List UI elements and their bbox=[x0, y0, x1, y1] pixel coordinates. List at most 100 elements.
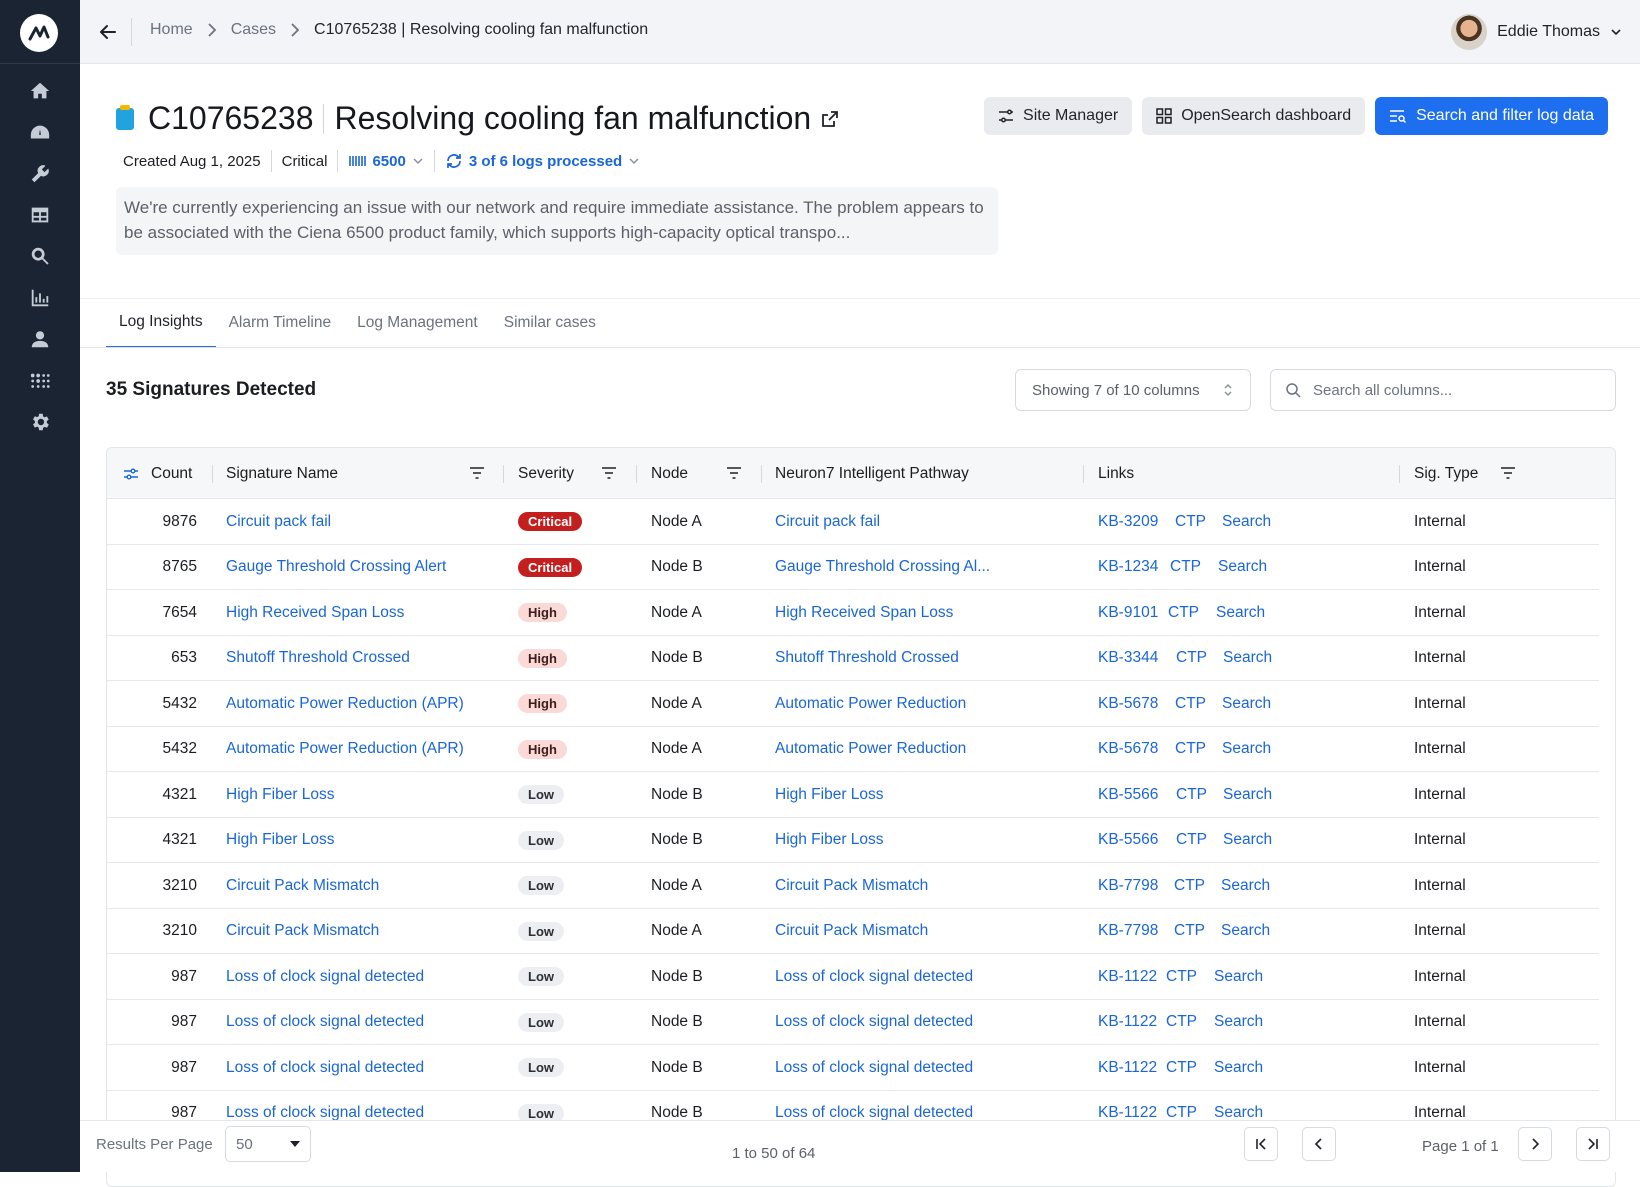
pathway-link[interactable]: Shutoff Threshold Crossed bbox=[775, 636, 959, 681]
search-link[interactable]: Search bbox=[1223, 636, 1272, 681]
ctp-link[interactable]: CTP bbox=[1176, 636, 1207, 681]
tab-similar-cases[interactable]: Similar cases bbox=[491, 298, 609, 348]
ctp-link[interactable]: CTP bbox=[1170, 545, 1201, 590]
header-count[interactable]: Count bbox=[151, 448, 192, 499]
logs-dropdown[interactable]: 3 of 6 logs processed bbox=[445, 152, 640, 170]
ctp-link[interactable]: CTP bbox=[1175, 727, 1206, 772]
header-links[interactable]: Links bbox=[1098, 448, 1134, 499]
pathway-link[interactable]: Loss of clock signal detected bbox=[775, 1045, 973, 1090]
site-manager-button[interactable]: Site Manager bbox=[984, 97, 1133, 135]
kb-link[interactable]: KB-5566 bbox=[1098, 772, 1158, 817]
pathway-link[interactable]: Automatic Power Reduction bbox=[775, 681, 966, 726]
pathway-link[interactable]: Gauge Threshold Crossing Al... bbox=[775, 545, 990, 590]
ctp-link[interactable]: CTP bbox=[1174, 863, 1205, 908]
pathway-link[interactable]: Loss of clock signal detected bbox=[775, 1000, 973, 1045]
tab-log-management[interactable]: Log Management bbox=[344, 298, 491, 348]
signature-link[interactable]: Shutoff Threshold Crossed bbox=[226, 636, 410, 681]
dashboard-icon[interactable] bbox=[27, 120, 53, 146]
pathway-link[interactable]: Circuit Pack Mismatch bbox=[775, 909, 928, 954]
next-page-button[interactable] bbox=[1518, 1127, 1552, 1161]
kb-link[interactable]: KB-9101 bbox=[1098, 590, 1158, 635]
search-link[interactable]: Search bbox=[1214, 954, 1263, 999]
pathway-link[interactable]: Circuit Pack Mismatch bbox=[775, 863, 928, 908]
header-severity[interactable]: Severity bbox=[518, 448, 574, 499]
signature-link[interactable]: High Fiber Loss bbox=[226, 772, 335, 817]
ctp-link[interactable]: CTP bbox=[1175, 499, 1206, 544]
ctp-link[interactable]: CTP bbox=[1168, 590, 1199, 635]
pathway-link[interactable]: Automatic Power Reduction bbox=[775, 727, 966, 772]
header-pathway[interactable]: Neuron7 Intelligent Pathway bbox=[775, 448, 969, 499]
search-link[interactable]: Search bbox=[1223, 818, 1272, 863]
header-node[interactable]: Node bbox=[651, 448, 688, 499]
kb-link[interactable]: KB-1234 bbox=[1098, 545, 1158, 590]
signature-link[interactable]: High Fiber Loss bbox=[226, 818, 335, 863]
search-filter-log-button[interactable]: Search and filter log data bbox=[1375, 97, 1608, 135]
ctp-link[interactable]: CTP bbox=[1166, 1045, 1197, 1090]
search-link[interactable]: Search bbox=[1222, 727, 1271, 772]
kb-link[interactable]: KB-3344 bbox=[1098, 636, 1158, 681]
search-link[interactable]: Search bbox=[1214, 1045, 1263, 1090]
filter-icon[interactable] bbox=[601, 466, 617, 480]
apps-icon[interactable] bbox=[27, 368, 53, 394]
signature-link[interactable]: Loss of clock signal detected bbox=[226, 1000, 424, 1045]
gear-icon[interactable] bbox=[27, 409, 53, 435]
ctp-link[interactable]: CTP bbox=[1175, 681, 1206, 726]
kb-link[interactable]: KB-1122 bbox=[1098, 1000, 1157, 1045]
search-link[interactable]: Search bbox=[1216, 590, 1265, 635]
signature-link[interactable]: Loss of clock signal detected bbox=[226, 954, 424, 999]
chart-icon[interactable] bbox=[27, 285, 53, 311]
search-link[interactable]: Search bbox=[1222, 499, 1271, 544]
ctp-link[interactable]: CTP bbox=[1166, 1000, 1197, 1045]
first-page-button[interactable] bbox=[1244, 1127, 1278, 1161]
signature-link[interactable]: Circuit Pack Mismatch bbox=[226, 863, 379, 908]
search-link[interactable]: Search bbox=[1223, 772, 1272, 817]
header-sig-type[interactable]: Sig. Type bbox=[1414, 448, 1478, 499]
opensearch-dashboard-button[interactable]: OpenSearch dashboard bbox=[1142, 97, 1366, 135]
kb-link[interactable]: KB-1122 bbox=[1098, 954, 1157, 999]
user-icon[interactable] bbox=[27, 326, 53, 352]
search-link[interactable]: Search bbox=[1221, 909, 1270, 954]
signature-link[interactable]: Circuit Pack Mismatch bbox=[226, 909, 379, 954]
ctp-link[interactable]: CTP bbox=[1174, 909, 1205, 954]
search-icon[interactable] bbox=[27, 243, 53, 269]
kb-link[interactable]: KB-1122 bbox=[1098, 1045, 1157, 1090]
pathway-link[interactable]: High Fiber Loss bbox=[775, 818, 884, 863]
search-input[interactable] bbox=[1313, 381, 1593, 399]
signature-link[interactable]: High Received Span Loss bbox=[226, 590, 404, 635]
columns-selector[interactable]: Showing 7 of 10 columns bbox=[1015, 369, 1251, 411]
kb-link[interactable]: KB-3209 bbox=[1098, 499, 1158, 544]
external-link-icon[interactable] bbox=[821, 110, 839, 128]
logo-icon[interactable] bbox=[20, 14, 58, 52]
signature-link[interactable]: Automatic Power Reduction (APR) bbox=[226, 727, 464, 772]
signature-link[interactable]: Loss of clock signal detected bbox=[226, 1045, 424, 1090]
filter-icon[interactable] bbox=[726, 466, 742, 480]
pathway-link[interactable]: Circuit pack fail bbox=[775, 499, 880, 544]
user-menu[interactable]: Eddie Thomas bbox=[1451, 14, 1622, 50]
signature-link[interactable]: Gauge Threshold Crossing Alert bbox=[226, 545, 446, 590]
results-per-page-select[interactable]: 50 bbox=[225, 1126, 311, 1162]
ctp-link[interactable]: CTP bbox=[1166, 954, 1197, 999]
kb-link[interactable]: KB-7798 bbox=[1098, 863, 1158, 908]
search-link[interactable]: Search bbox=[1222, 681, 1271, 726]
prev-page-button[interactable] bbox=[1302, 1127, 1336, 1161]
ctp-link[interactable]: CTP bbox=[1176, 772, 1207, 817]
filter-icon[interactable] bbox=[1500, 466, 1516, 480]
ctp-link[interactable]: CTP bbox=[1176, 818, 1207, 863]
pathway-link[interactable]: High Fiber Loss bbox=[775, 772, 884, 817]
home-icon[interactable] bbox=[27, 78, 53, 104]
breadcrumb-cases[interactable]: Cases bbox=[231, 21, 276, 39]
kb-link[interactable]: KB-5566 bbox=[1098, 818, 1158, 863]
kb-link[interactable]: KB-5678 bbox=[1098, 727, 1158, 772]
signature-link[interactable]: Automatic Power Reduction (APR) bbox=[226, 681, 464, 726]
column-settings-icon[interactable] bbox=[123, 448, 139, 499]
header-signature-name[interactable]: Signature Name bbox=[226, 448, 338, 499]
tab-alarm-timeline[interactable]: Alarm Timeline bbox=[216, 298, 345, 348]
breadcrumb-home[interactable]: Home bbox=[150, 21, 193, 39]
kb-link[interactable]: KB-5678 bbox=[1098, 681, 1158, 726]
tab-log-insights[interactable]: Log Insights bbox=[106, 298, 216, 348]
wrench-icon[interactable] bbox=[27, 161, 53, 187]
pathway-link[interactable]: High Received Span Loss bbox=[775, 590, 953, 635]
last-page-button[interactable] bbox=[1576, 1127, 1610, 1161]
pathway-link[interactable]: Loss of clock signal detected bbox=[775, 954, 973, 999]
search-link[interactable]: Search bbox=[1214, 1000, 1263, 1045]
